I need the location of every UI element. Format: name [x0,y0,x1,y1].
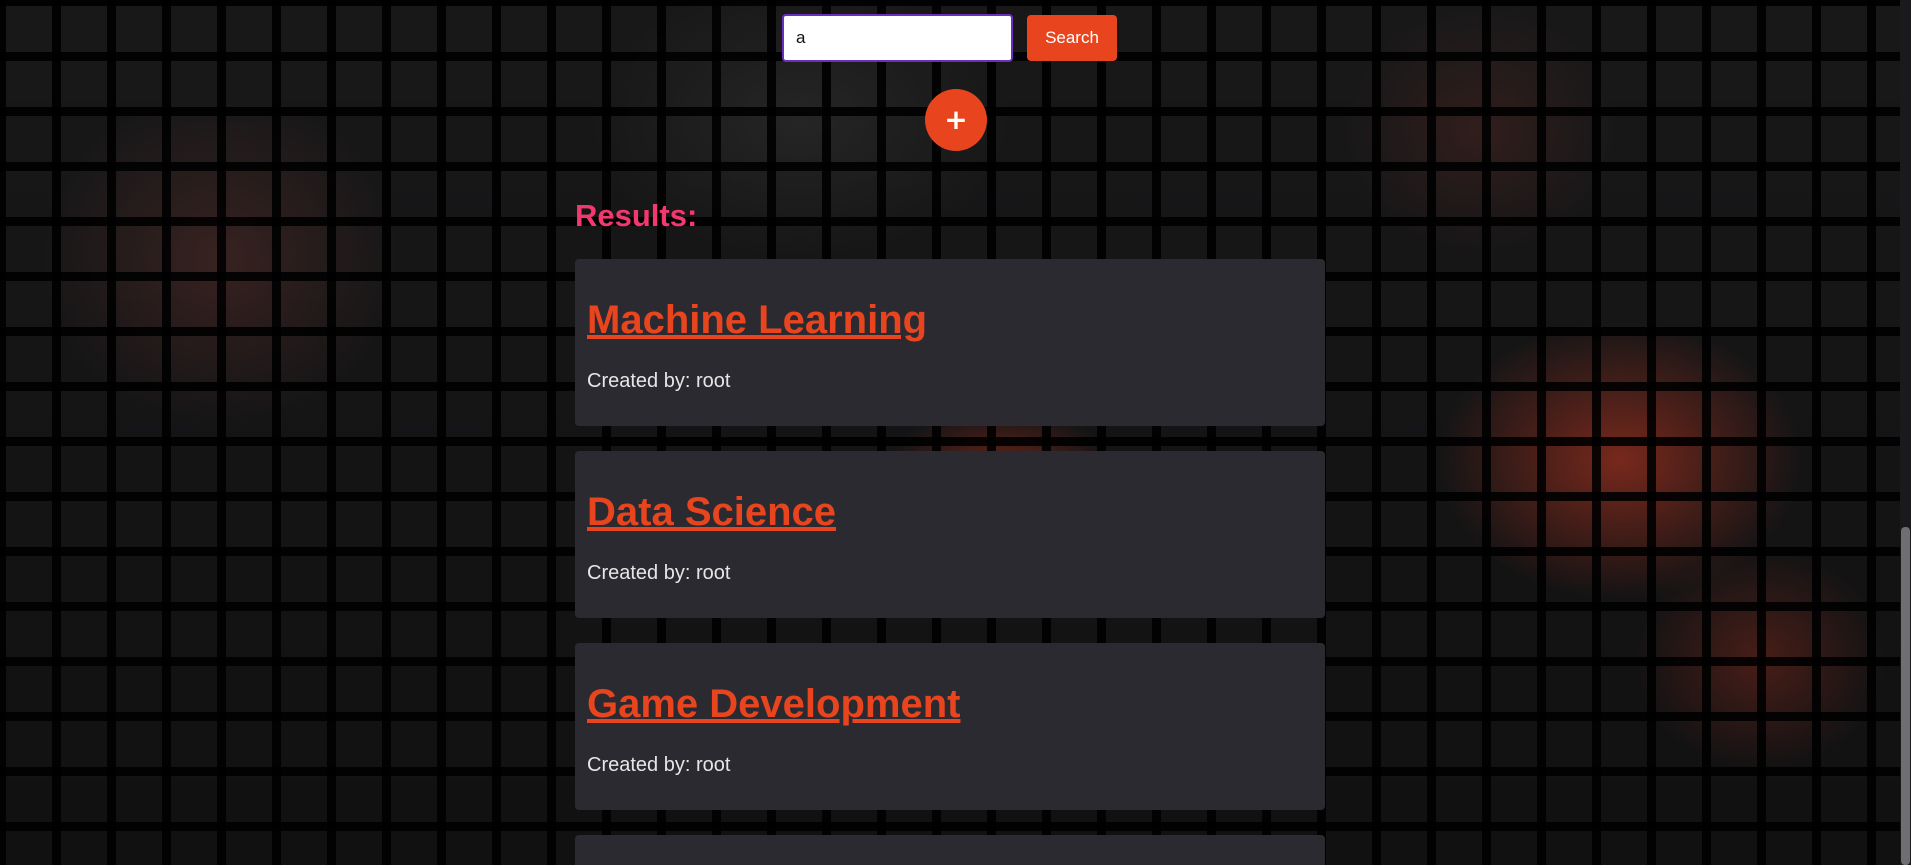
result-author: Created by: root [587,370,731,392]
result-card-partial [575,835,1325,865]
result-card: Machine Learning Created by: root [575,259,1325,426]
search-input[interactable] [782,14,1013,62]
result-card: Game Development Created by: root [575,643,1325,810]
scrollbar-thumb[interactable] [1901,527,1910,865]
add-button[interactable]: + [925,89,987,151]
page-scrollbar[interactable] [1900,0,1911,865]
result-author: Created by: root [587,754,731,776]
result-title: Machine Learning [587,298,927,343]
result-title-link[interactable]: Game Development [587,682,960,726]
result-title-link[interactable]: Machine Learning [587,298,927,342]
search-bar: Search [782,14,1117,62]
result-card: Data Science Created by: root [575,451,1325,618]
result-title: Data Science [587,490,836,535]
results-list: Machine Learning Created by: root Data S… [575,259,1325,865]
search-button[interactable]: Search [1027,15,1117,61]
result-title-link[interactable]: Data Science [587,490,836,534]
results-heading: Results: [575,198,698,233]
result-author: Created by: root [587,562,731,584]
result-title: Game Development [587,682,960,727]
